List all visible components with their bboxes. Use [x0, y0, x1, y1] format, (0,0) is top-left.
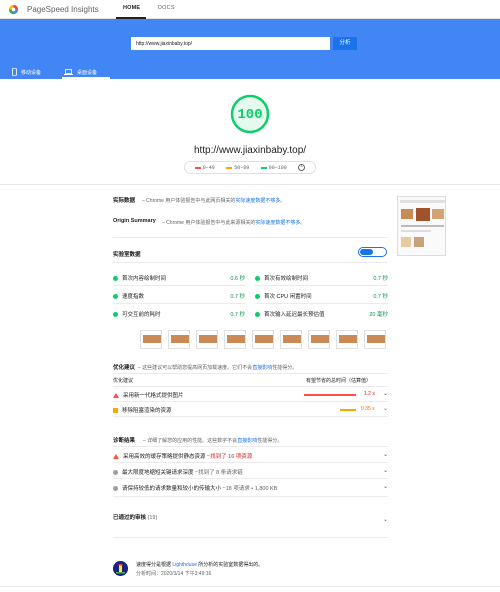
diagnostic-critical-requests[interactable]: 最大限度地缩短关键请求深度 – 找到了 8 条请求链 — [113, 468, 388, 476]
metrics-view-toggle[interactable] — [358, 247, 387, 257]
divider — [113, 373, 388, 374]
score-legend: 0–49 50–89 90–100 i — [184, 161, 316, 174]
savings-bar — [304, 394, 356, 396]
app-title: PageSpeed Insights — [27, 5, 99, 14]
opportunity-savings: 1.2 s — [364, 391, 375, 397]
chevron-down-icon[interactable]: ⌄ — [383, 390, 388, 397]
divider — [113, 462, 388, 463]
filmstrip-frame — [308, 330, 330, 349]
opportunities-desc: – 这些建议可以帮助您提高网页加载速度。它们不会直接影响性能得分。 — [138, 365, 298, 371]
metric-speed-index: 速度指数 — [113, 292, 144, 300]
passed-audits-title[interactable]: 已通过的审核 (19) — [113, 513, 157, 521]
savings-bar — [340, 409, 356, 411]
filmstrip-frame — [168, 330, 190, 349]
filmstrip-frame — [196, 330, 218, 349]
tab-desktop-label: 桌面设备 — [77, 69, 98, 76]
laptop-icon — [64, 69, 73, 75]
metric-first-cpu-idle-value: 0.7 秒 — [373, 294, 388, 300]
filmstrip-frame — [224, 330, 246, 349]
filmstrip-frame — [336, 330, 358, 349]
divider — [113, 303, 246, 304]
metric-max-fid: 首次输入延迟最长预估值 — [255, 310, 325, 318]
origin-summary-desc: – Chrome 用户体验报告中与此来源相关的实际速度数据不够多。 — [162, 220, 306, 226]
diagnostic-cache-policy[interactable]: 采用高效的缓存策略提供静态资源 – 找到了 16 项资源 — [113, 452, 388, 460]
metric-fcp-value: 0.6 秒 — [230, 276, 245, 282]
performance-score: 100 — [237, 107, 263, 123]
diagnostic-request-count[interactable]: 请保持较低的请求数量和较小的传输大小 – 18 项请求 • 1,800 KB — [113, 484, 388, 492]
tab-home[interactable]: HOME — [123, 5, 140, 11]
info-dot-icon — [113, 469, 118, 475]
savings-col-header: 有望节省的总时间（估算值） — [306, 378, 372, 384]
diagnostics-title: 诊断结果 — [113, 438, 136, 444]
opportunities-title: 优化建议 — [113, 365, 136, 371]
origin-summary-title: Origin Summary — [113, 218, 156, 224]
divider — [113, 446, 388, 447]
lab-data-title: 实验室数据 — [113, 252, 141, 258]
divider — [255, 303, 388, 304]
divider — [0, 586, 500, 587]
filmstrip-frame — [140, 330, 162, 349]
divider — [113, 478, 388, 479]
metric-fmp-value: 0.7 秒 — [373, 276, 388, 282]
metric-tti-value: 0.7 秒 — [230, 312, 245, 318]
divider — [113, 537, 388, 538]
metric-fmp: 首次有效绘制时间 — [255, 274, 308, 282]
fail-icon — [113, 392, 119, 398]
chevron-down-icon[interactable]: ⌄ — [383, 405, 388, 412]
divider — [113, 496, 388, 497]
chevron-down-icon[interactable]: ⌄ — [383, 483, 388, 490]
metric-fcp: 首次内容绘制时间 — [113, 274, 166, 282]
metric-max-fid-value: 20 毫秒 — [369, 312, 388, 318]
top-bar: PageSpeed Insights HOME DOCS — [0, 0, 500, 19]
filmstrip-frame — [252, 330, 274, 349]
tab-mobile[interactable]: 移动设备 — [12, 65, 41, 79]
legend-good: 90–100 — [260, 165, 287, 171]
metric-tti: 可交互前的耗时 — [113, 310, 161, 318]
opportunity-savings: 0.35 s — [361, 406, 375, 412]
divider — [113, 285, 246, 286]
tab-docs[interactable]: DOCS — [158, 5, 175, 11]
divider — [113, 416, 388, 417]
diagnostics-desc: – 详细了解您的应用的性能。这些数字不会直接影响性能得分。 — [143, 438, 283, 444]
chevron-down-icon[interactable]: ⌄ — [383, 451, 388, 458]
field-data-desc: – Chrome 用户体验报告中与此网页相关的实际速度数据不够多。 — [142, 198, 286, 204]
info-dot-icon — [113, 485, 118, 491]
analyze-button[interactable]: 分析 — [333, 37, 357, 50]
metric-first-cpu-idle: 首次 CPU 闲置时间 — [255, 292, 312, 300]
lighthouse-logo — [113, 561, 128, 576]
footer-line1: 速度得分是根据 Lighthouse 所分析的实验室数据得出的。 — [136, 562, 264, 568]
legend-poor: 0–49 — [194, 165, 215, 171]
device-tab-indicator — [62, 77, 110, 79]
fail-icon — [113, 453, 119, 459]
filmstrip-frame — [280, 330, 302, 349]
page-screenshot-thumbnail[interactable] — [397, 196, 446, 256]
url-input[interactable] — [131, 37, 330, 50]
pagespeed-logo[interactable] — [8, 4, 19, 15]
opportunities-link[interactable]: 直接影响 — [252, 365, 272, 371]
lighthouse-link[interactable]: Lighthouse — [172, 562, 196, 568]
tab-mobile-label: 移动设备 — [21, 69, 42, 76]
divider — [113, 386, 388, 387]
field-data-title: 实际数据 — [113, 198, 136, 204]
divider — [255, 285, 388, 286]
filmstrip-frame — [364, 330, 386, 349]
phone-icon — [12, 68, 17, 76]
metric-speed-index-value: 0.7 秒 — [230, 294, 245, 300]
divider — [113, 262, 388, 263]
field-data-link[interactable]: 实际速度数据不够多 — [235, 198, 280, 204]
info-icon[interactable]: i — [298, 164, 306, 171]
origin-summary-link[interactable]: 实际速度数据不够多 — [255, 220, 300, 226]
divider — [113, 237, 388, 238]
analysis-time: 分析时间：2020/3/14 下午3:49:16 — [136, 571, 212, 577]
chevron-down-icon[interactable]: ⌄ — [383, 467, 388, 474]
warn-icon — [113, 407, 118, 413]
divider — [0, 184, 500, 185]
diagnostics-link[interactable]: 直接影响 — [237, 438, 257, 444]
chevron-down-icon[interactable]: ⌄ — [383, 516, 388, 523]
legend-average: 50–89 — [226, 165, 249, 171]
divider — [113, 401, 388, 402]
analyzed-url: http://www.jiaxinbaby.top/ — [193, 145, 307, 156]
opportunity-col-header: 优化建议 — [113, 378, 134, 384]
